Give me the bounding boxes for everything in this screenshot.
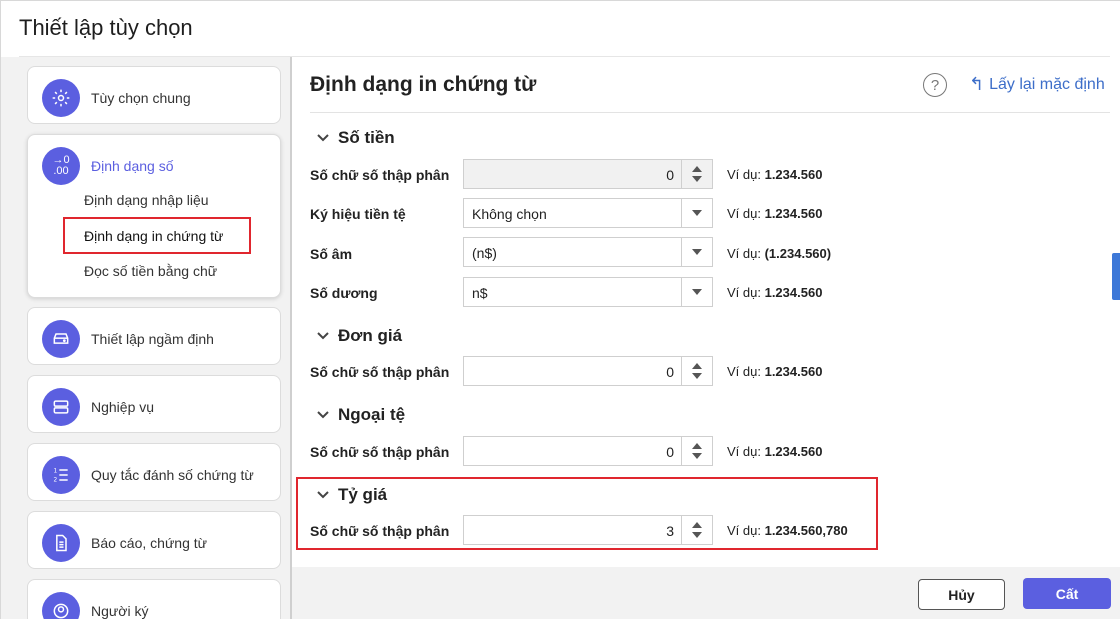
- dropdown-button[interactable]: [681, 238, 712, 266]
- chevron-down-icon: [317, 134, 329, 142]
- increment-button[interactable]: [692, 363, 702, 369]
- header-divider: [310, 112, 1110, 113]
- stepper-value: 0: [666, 167, 674, 183]
- svg-text:2: 2: [54, 478, 58, 484]
- sidebar-item-numbering-rules[interactable]: 12 Quy tắc đánh số chứng từ: [27, 443, 281, 501]
- window-title: Thiết lập tùy chọn: [19, 15, 193, 40]
- sidebar-item-label: Định dạng số: [91, 158, 174, 174]
- undo-arrow-icon: ↰: [969, 74, 985, 94]
- select-value: (n$): [472, 245, 497, 261]
- select-value: n$: [472, 285, 488, 301]
- field-label: Số chữ số thập phân: [310, 444, 450, 460]
- sidebar-item-label: Thiết lập ngầm định: [91, 331, 214, 347]
- increment-button[interactable]: [692, 166, 702, 172]
- page-title: Định dạng in chứng từ: [310, 73, 537, 96]
- positive-number-select[interactable]: n$: [463, 277, 713, 307]
- increment-button[interactable]: [692, 443, 702, 449]
- selected-subitem-highlight: [63, 217, 251, 254]
- sidebar-item-default-settings[interactable]: Thiết lập ngầm định: [27, 307, 281, 365]
- settings-window: Thiết lập tùy chọn Tùy chọn chung →0.00 …: [0, 0, 1120, 619]
- section-header-don-gia[interactable]: Đơn giá: [316, 326, 402, 346]
- section-title: Đơn giá: [338, 326, 403, 345]
- save-button[interactable]: Cất: [1023, 578, 1111, 609]
- decimal-places-stepper[interactable]: 0: [463, 159, 713, 189]
- number-format-icon: →0.00: [42, 147, 80, 185]
- cancel-button[interactable]: Hủy: [918, 579, 1005, 610]
- server-icon: [42, 388, 80, 426]
- document-icon: [42, 524, 80, 562]
- caret-down-icon: [692, 249, 702, 255]
- chevron-down-icon: [317, 411, 329, 419]
- subitem-read-amount-words[interactable]: Đọc số tiền bằng chữ: [84, 263, 217, 279]
- decrement-button[interactable]: [692, 453, 702, 459]
- dropdown-button[interactable]: [681, 278, 712, 306]
- section-title: Số tiền: [338, 128, 395, 147]
- field-label: Ký hiệu tiền tệ: [310, 206, 406, 222]
- user-icon: [42, 592, 80, 619]
- numbered-list-icon: 12: [42, 456, 80, 494]
- field-label: Số dương: [310, 285, 378, 301]
- sidebar-item-signers[interactable]: Người ký: [27, 579, 281, 619]
- stepper-value: 0: [666, 444, 674, 460]
- sidebar-item-number-format[interactable]: →0.00 Định dạng số Định dạng nhập liệu Đ…: [27, 134, 281, 298]
- chevron-down-icon: [317, 332, 329, 340]
- sidebar-item-label: Quy tắc đánh số chứng từ: [91, 467, 254, 483]
- section-header-ngoai-te[interactable]: Ngoại tệ: [316, 405, 405, 425]
- stepper-value: 0: [666, 364, 674, 380]
- reset-defaults-link[interactable]: ↰ Lấy lại mặc định: [969, 74, 1105, 95]
- exchange-rate-highlight: [296, 477, 878, 550]
- select-value: Không chọn: [472, 206, 547, 222]
- currency-symbol-select[interactable]: Không chọn: [463, 198, 713, 228]
- field-label: Số âm: [310, 246, 353, 262]
- negative-number-select[interactable]: (n$): [463, 237, 713, 267]
- sidebar-item-label: Nghiệp vụ: [91, 399, 155, 415]
- drive-icon: [42, 320, 80, 358]
- field-label: Số chữ số thập phân: [310, 167, 450, 183]
- reset-defaults-label: Lấy lại mặc định: [989, 75, 1105, 93]
- sidebar-item-operations[interactable]: Nghiệp vụ: [27, 375, 281, 433]
- example-text: Ví dụ: 1.234.560: [727, 285, 823, 300]
- dropdown-button[interactable]: [681, 199, 712, 227]
- foreign-currency-decimal-stepper[interactable]: 0: [463, 436, 713, 466]
- sidebar-item-label: Tùy chọn chung: [91, 90, 191, 106]
- sidebar-item-reports[interactable]: Báo cáo, chứng từ: [27, 511, 281, 569]
- gear-icon: [42, 79, 80, 117]
- decrement-button[interactable]: [692, 176, 702, 182]
- caret-down-icon: [692, 210, 702, 216]
- example-text: Ví dụ: 1.234.560: [727, 444, 823, 459]
- example-text: Ví dụ: (1.234.560): [727, 246, 832, 261]
- field-label: Số chữ số thập phân: [310, 364, 450, 380]
- section-title: Ngoại tệ: [338, 405, 406, 424]
- decrement-button[interactable]: [692, 373, 702, 379]
- unit-price-decimal-stepper[interactable]: 0: [463, 356, 713, 386]
- sidebar-item-label: Người ký: [91, 603, 149, 619]
- example-text: Ví dụ: 1.234.560: [727, 167, 823, 182]
- sidebar-divider: [290, 57, 292, 619]
- svg-text:1: 1: [54, 469, 58, 475]
- sidebar-item-label: Báo cáo, chứng từ: [91, 535, 208, 551]
- help-icon[interactable]: ?: [923, 73, 947, 97]
- subitem-input-format[interactable]: Định dạng nhập liệu: [84, 192, 209, 208]
- sidebar-item-general-options[interactable]: Tùy chọn chung: [27, 66, 281, 124]
- scrollbar-thumb[interactable]: [1112, 253, 1120, 300]
- example-text: Ví dụ: 1.234.560: [727, 364, 823, 379]
- section-header-so-tien[interactable]: Số tiền: [316, 128, 395, 148]
- caret-down-icon: [692, 289, 702, 295]
- example-text: Ví dụ: 1.234.560: [727, 206, 823, 221]
